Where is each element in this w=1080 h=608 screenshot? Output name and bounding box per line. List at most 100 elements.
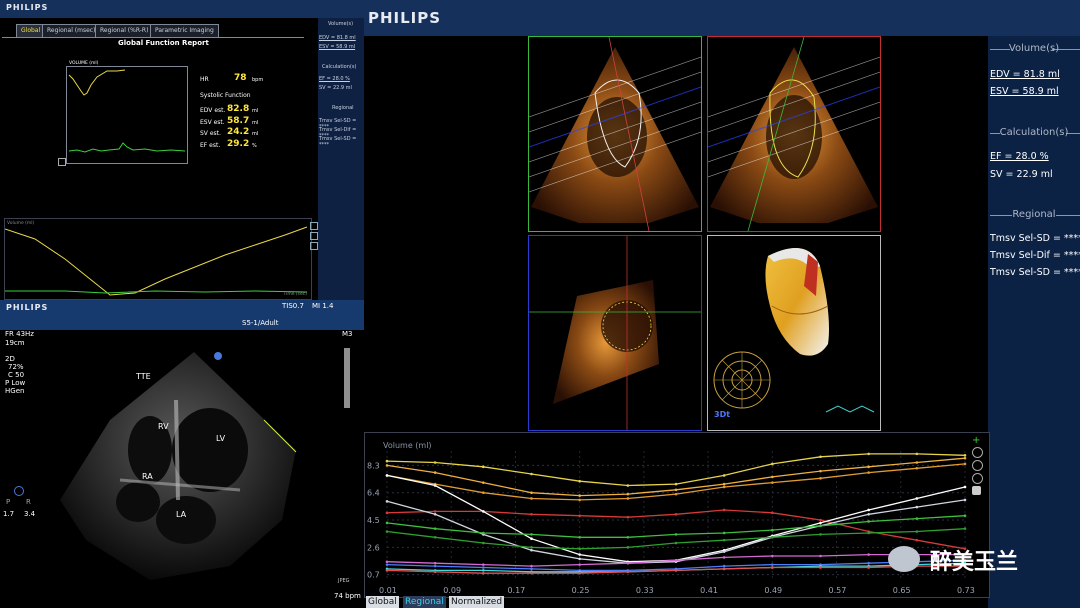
x-tick-label: 0.25	[572, 586, 590, 595]
tab-bottom-global[interactable]: Global	[366, 596, 399, 608]
report-volume-head: Volume(s)	[328, 21, 354, 27]
series-point	[867, 531, 870, 535]
viewport-long-axis-1[interactable]	[528, 36, 702, 232]
series-point	[771, 566, 774, 569]
report-edv[interactable]: EDV = 81.8 ml	[319, 35, 356, 41]
tab-regional-rr[interactable]: Regional (%R-R)	[95, 24, 154, 38]
mode: 2D	[5, 355, 15, 363]
philips-logo: PHILIPS	[6, 3, 49, 12]
series-point	[433, 570, 437, 574]
pan-hand-icon[interactable]	[972, 486, 981, 495]
probe-orientation-icon	[14, 486, 24, 496]
series-point	[867, 512, 870, 516]
sv-est-value: 24.2	[227, 127, 250, 137]
x-tick-label: 0.09	[443, 586, 461, 595]
zoom-in-icon[interactable]	[972, 447, 983, 458]
zoom-out-icon[interactable]	[972, 460, 983, 471]
series-point	[867, 471, 870, 474]
y-tick-label: 8.3	[367, 461, 380, 470]
esv-est-label: ESV est.	[200, 119, 225, 126]
viewport-3d-model[interactable]: 3Dt	[707, 235, 881, 431]
series-point	[385, 500, 389, 503]
zoom-in-icon[interactable]	[310, 222, 318, 230]
mini-chart-toggle[interactable]	[58, 158, 66, 166]
measurement-panel: Volume(s) EDV = 81.8 ml ESV = 58.9 ml Ca…	[988, 36, 1080, 608]
series-point	[915, 530, 919, 533]
philips-main-logo: PHILIPS	[368, 9, 442, 27]
tab-bottom-normalized[interactable]: Normalized	[449, 596, 505, 608]
mini-volume-chart: VOLUME (ml)	[66, 61, 188, 164]
series-point	[674, 482, 678, 486]
series-point	[530, 491, 533, 495]
series-point	[722, 485, 726, 489]
series-point	[722, 538, 726, 542]
tab-global[interactable]: Global	[16, 24, 46, 38]
series-point	[771, 535, 774, 539]
regional-item-1: Tmsv Sel-SD = ****	[990, 233, 1080, 244]
report-ef[interactable]: EF = 28.0 %	[319, 76, 350, 82]
harmonic-gen: HGen	[5, 387, 25, 395]
series-point	[722, 531, 726, 535]
esv-est-unit: ml	[252, 120, 259, 126]
edv-value[interactable]: EDV = 81.8 ml	[990, 69, 1060, 80]
series-point	[530, 564, 533, 568]
x-tick-label: 0.17	[507, 586, 525, 595]
series-point	[385, 511, 389, 515]
tab-parametric-imaging[interactable]: Parametric Imaging	[150, 24, 219, 38]
power: P Low	[5, 379, 26, 387]
ef-est-value: 29.2	[227, 139, 250, 149]
chart-toolbar[interactable]: +	[972, 434, 986, 500]
series-point	[482, 563, 485, 566]
tab-regional-msec[interactable]: Regional (msec)	[42, 24, 101, 38]
viewport-short-axis[interactable]	[528, 235, 702, 431]
series-point	[482, 465, 485, 469]
series-point	[626, 546, 630, 549]
watermark-text: 醉美玉兰	[930, 550, 1019, 575]
series-point	[867, 553, 870, 556]
esv-value[interactable]: ESV = 58.9 ml	[990, 86, 1059, 97]
series-point	[482, 510, 485, 513]
tab-bottom-regional[interactable]: Regional	[403, 596, 446, 608]
series-point	[482, 571, 485, 575]
compression: C 50	[8, 371, 25, 379]
y-tick-label: 0.7	[367, 571, 380, 580]
systolic-heading: Systolic Function	[200, 92, 251, 99]
series-point	[963, 514, 967, 518]
series-point	[867, 452, 870, 456]
edv-est-label: EDV est.	[200, 107, 226, 114]
series-point	[771, 462, 774, 466]
series-point	[963, 456, 967, 460]
series-point	[578, 479, 581, 483]
series-point	[578, 547, 581, 551]
zoom-fit-icon[interactable]	[972, 473, 983, 484]
x-tick-label: 0.41	[700, 586, 718, 595]
report-title-bar: PHILIPS	[0, 0, 364, 18]
series-point	[433, 484, 437, 487]
series-point	[385, 569, 389, 572]
report-title: Global Function Report	[118, 39, 209, 47]
report-esv[interactable]: ESV = 58.9 ml	[319, 44, 355, 50]
series-point	[915, 461, 919, 464]
series-point	[771, 563, 774, 566]
ef-value[interactable]: EF = 28.0 %	[990, 151, 1049, 162]
calculation-heading: Calculation(s)	[999, 127, 1069, 138]
zoom-reset-icon[interactable]	[310, 242, 318, 250]
y-tick-label: 6.4	[367, 489, 380, 498]
zoom-out-icon[interactable]	[310, 232, 318, 240]
y-tick-label: 2.6	[367, 543, 380, 552]
report-zoom-tools[interactable]	[310, 220, 318, 260]
viewport-long-axis-2[interactable]	[707, 36, 881, 232]
series-point	[385, 521, 389, 525]
viewport-1-image	[529, 37, 701, 231]
series-point	[674, 559, 678, 562]
series-point	[771, 481, 774, 484]
report-calc-head: Calculation(s)	[322, 64, 357, 70]
tab-underline	[2, 37, 304, 38]
orientation-p: P	[6, 498, 11, 506]
series-point	[963, 462, 967, 466]
series-point	[433, 527, 437, 530]
series-point	[433, 561, 437, 565]
x-tick-label: 0.01	[379, 586, 397, 595]
add-icon[interactable]: +	[972, 436, 981, 446]
series-point	[674, 533, 678, 536]
